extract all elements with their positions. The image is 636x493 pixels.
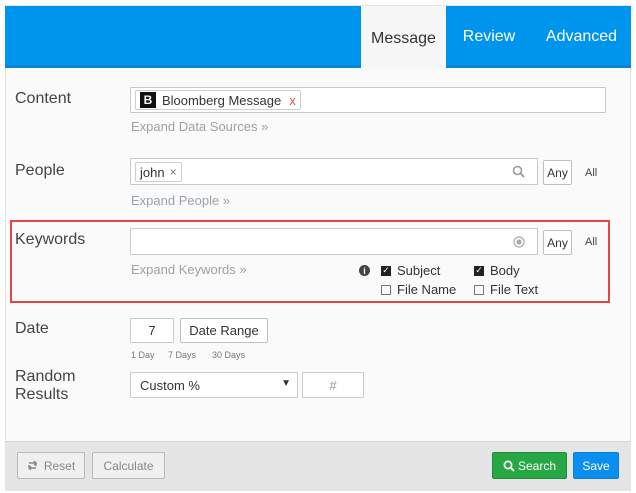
info-icon[interactable]: i	[359, 265, 370, 276]
content-tag: B Bloomberg Message x	[135, 90, 301, 110]
file-name-checkbox[interactable]: File Name	[381, 282, 456, 297]
quick-1-day-link[interactable]: 1 Day	[131, 350, 155, 360]
retweet-icon	[27, 460, 37, 471]
tab-advanced[interactable]: Advanced	[532, 6, 631, 68]
subject-checkbox-label: Subject	[397, 263, 441, 278]
header-bar: Message Review Advanced	[5, 6, 631, 71]
expand-people-link[interactable]: Expand People »	[131, 193, 230, 208]
calculate-button[interactable]: Calculate	[92, 452, 165, 479]
tab-review[interactable]: Review	[446, 6, 532, 68]
reset-button[interactable]: Reset	[17, 452, 85, 479]
search-button[interactable]: Search	[492, 452, 567, 479]
settings-icon[interactable]	[513, 236, 525, 248]
body-checkbox[interactable]: ✓ Body	[474, 263, 520, 278]
bloomberg-logo-icon: B	[140, 92, 156, 108]
quick-7-days-link[interactable]: 7 Days	[168, 350, 196, 360]
random-select-value: Custom %	[140, 378, 200, 393]
checkbox-unchecked-icon	[381, 284, 391, 295]
tab-message[interactable]: Message	[361, 6, 446, 71]
random-number-input[interactable]: #	[302, 372, 364, 398]
remove-content-tag-icon[interactable]: x	[289, 93, 296, 108]
body-checkbox-label: Body	[490, 263, 520, 278]
random-label-line1: Random	[15, 368, 76, 385]
date-label: Date	[15, 320, 49, 337]
dropdown-arrow-icon: ▼	[281, 378, 291, 389]
search-label: Search	[517, 458, 557, 473]
expand-keywords-link[interactable]: Expand Keywords »	[131, 262, 247, 277]
random-select[interactable]: Custom % ▼	[130, 372, 298, 398]
people-tag: john ×	[135, 162, 182, 182]
checkbox-unchecked-icon	[474, 284, 484, 295]
reset-label: Reset	[43, 458, 76, 473]
content-input[interactable]: B Bloomberg Message x	[130, 87, 606, 113]
search-icon[interactable]	[512, 165, 525, 178]
file-text-checkbox-label: File Text	[490, 282, 539, 297]
subject-checkbox[interactable]: ✓ Subject	[381, 263, 440, 278]
people-tag-label: john	[140, 164, 165, 180]
file-text-checkbox[interactable]: File Text	[474, 282, 538, 297]
checkbox-checked-icon: ✓	[474, 265, 484, 276]
save-button[interactable]: Save	[573, 452, 619, 479]
people-label: People	[15, 162, 65, 179]
keywords-all-link[interactable]: All	[585, 236, 597, 248]
keywords-any-button[interactable]: Any	[543, 230, 572, 255]
people-input[interactable]: john ×	[130, 158, 538, 185]
keywords-label: Keywords	[15, 231, 86, 248]
checkbox-checked-icon: ✓	[381, 265, 391, 276]
keywords-input[interactable]	[130, 228, 538, 255]
remove-people-tag-icon[interactable]: ×	[170, 165, 177, 179]
date-days-input[interactable]: 7	[130, 318, 174, 343]
random-results-label: Random Results	[15, 368, 75, 404]
expand-data-sources-link[interactable]: Expand Data Sources »	[131, 119, 268, 134]
file-name-checkbox-label: File Name	[397, 282, 457, 297]
people-all-link[interactable]: All	[585, 167, 597, 179]
search-icon	[503, 460, 515, 472]
random-label-line2: Results	[15, 386, 69, 403]
content-label: Content	[15, 90, 72, 107]
date-range-button[interactable]: Date Range	[180, 318, 268, 343]
content-tag-label: Bloomberg Message	[162, 92, 282, 108]
people-any-button[interactable]: Any	[543, 160, 572, 185]
quick-30-days-link[interactable]: 30 Days	[212, 350, 245, 360]
